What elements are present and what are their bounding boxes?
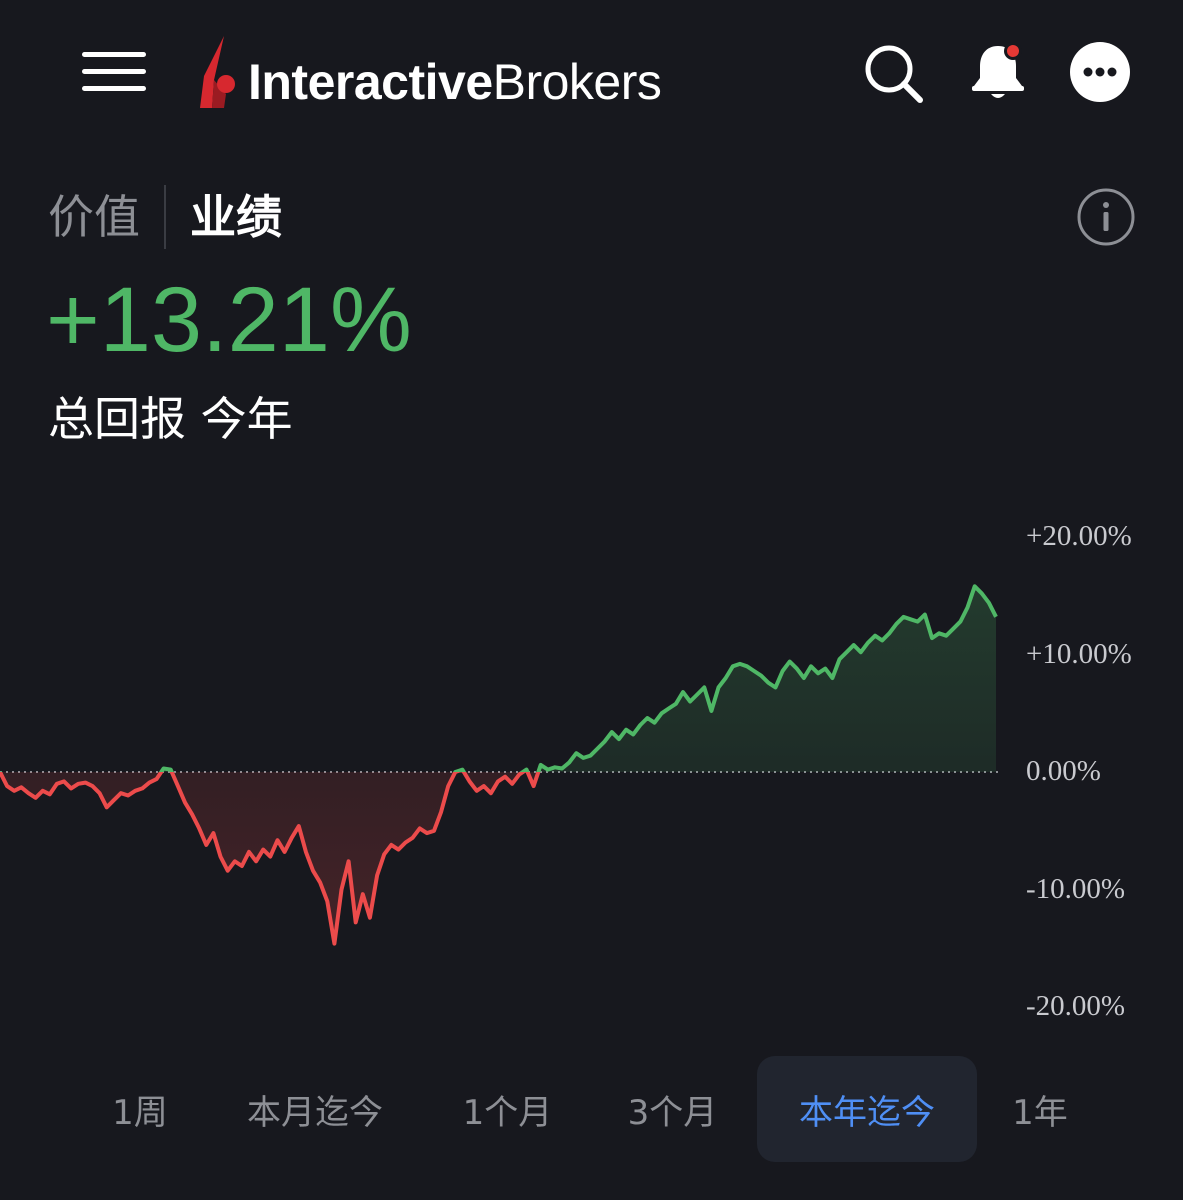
search-icon[interactable] [862, 42, 926, 110]
range-mtd[interactable]: 本月迄今 [225, 1056, 405, 1162]
notification-bell-icon[interactable] [966, 38, 1032, 108]
range-1m[interactable]: 1个月 [440, 1056, 575, 1162]
range-1y[interactable]: 1年 [995, 1056, 1085, 1162]
ib-logo-icon [200, 36, 235, 108]
range-ytd[interactable]: 本年迄今 [757, 1056, 977, 1162]
notification-dot [1007, 45, 1019, 57]
brand-logo: InteractiveBrokers [196, 34, 662, 114]
menu-icon[interactable] [78, 44, 150, 98]
tab-performance[interactable]: 业绩 [190, 194, 282, 240]
y-axis: +20.00% +10.00% 0.00% -10.00% -20.00% [1026, 520, 1132, 1022]
brand-name: InteractiveBrokers [248, 54, 662, 110]
y-tick-label: +10.00% [1026, 638, 1132, 670]
total-return-value: +13.21% [46, 269, 412, 371]
positive-area [0, 586, 996, 772]
y-tick-label: +20.00% [1026, 520, 1132, 552]
app-header: InteractiveBrokers [0, 0, 1183, 150]
y-tick-label: 0.00% [1026, 755, 1101, 787]
info-icon[interactable] [1076, 187, 1136, 251]
y-tick-label: -10.00% [1026, 873, 1125, 905]
range-1w[interactable]: 1周 [90, 1056, 190, 1162]
time-range-selector: 1周 本月迄今 1个月 3个月 本年迄今 1年 [0, 1056, 1183, 1164]
total-return-label: 总回报 今年 [48, 392, 293, 446]
performance-chart: +20.00% +10.00% 0.00% -10.00% -20.00% [0, 520, 1132, 1022]
tab-value[interactable]: 价值 [48, 194, 140, 240]
view-tabs: 价值 业绩 [48, 182, 282, 252]
y-tick-label: -20.00% [1026, 990, 1125, 1022]
more-icon[interactable] [1068, 40, 1132, 108]
range-3m[interactable]: 3个月 [605, 1056, 740, 1162]
tab-divider [164, 185, 166, 249]
